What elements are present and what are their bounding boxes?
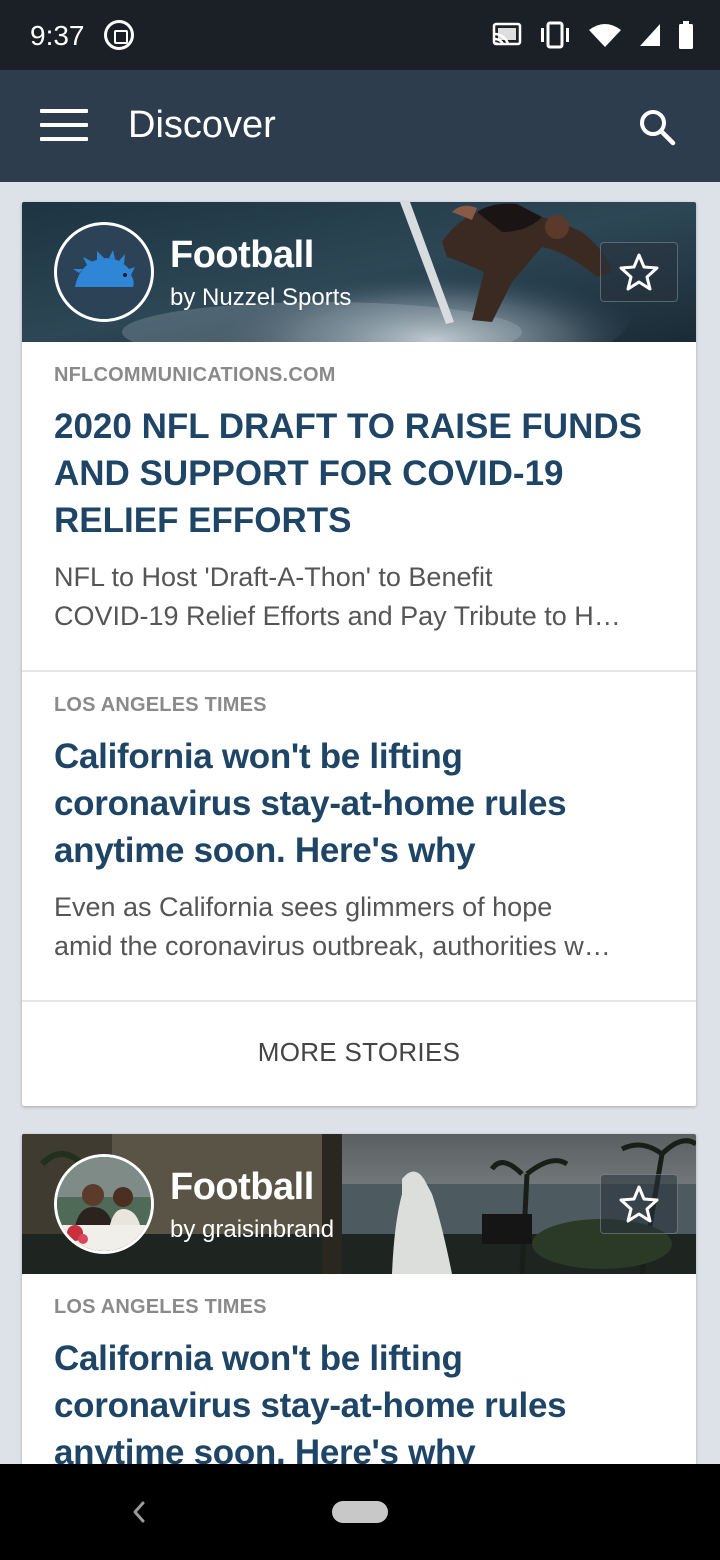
search-icon[interactable] (638, 108, 676, 146)
hedgehog-logo-icon (73, 250, 135, 287)
story-item[interactable]: LOS ANGELES TIMES California won't be li… (22, 672, 696, 1002)
wifi-icon (589, 24, 621, 47)
system-navigation-bar (0, 1464, 720, 1560)
channel-author: by graisinbrand (170, 1216, 335, 1243)
channel-header[interactable]: Football by Nuzzel Sports (22, 202, 696, 342)
more-stories-button[interactable]: MORE STORIES (22, 1002, 696, 1102)
follow-star-button[interactable] (600, 1174, 678, 1234)
cast-icon (492, 22, 522, 46)
status-time: 9:37 (30, 20, 85, 51)
story-item[interactable]: NFLCOMMUNICATIONS.COM 2020 NFL DRAFT TO … (22, 342, 696, 672)
channel-card: Football by graisinbrand LOS ANGELES TIM… (22, 1134, 696, 1474)
channel-name: Football (170, 234, 314, 276)
vibrate-icon (541, 21, 569, 49)
app-bar: Discover (0, 70, 720, 182)
story-title[interactable]: California won't be lifting coronavirus … (54, 733, 664, 874)
story-source: LOS ANGELES TIMES (54, 694, 267, 716)
star-icon (619, 1185, 659, 1223)
channel-card: Football by Nuzzel Sports NFLCOMMUNICATI… (22, 202, 696, 1106)
channel-avatar (54, 1154, 154, 1254)
menu-button[interactable] (40, 109, 88, 143)
channel-avatar (54, 222, 154, 322)
back-icon[interactable] (128, 1498, 150, 1526)
story-source: LOS ANGELES TIMES (54, 1296, 267, 1318)
story-source: NFLCOMMUNICATIONS.COM (54, 364, 336, 386)
follow-star-button[interactable] (600, 242, 678, 302)
status-icons (492, 18, 694, 52)
screenshot-notification-icon (104, 20, 134, 50)
story-title[interactable]: 2020 NFL DRAFT TO RAISE FUNDS AND SUPPOR… (54, 403, 664, 544)
battery-icon (679, 21, 693, 49)
channel-author: by Nuzzel Sports (170, 284, 352, 311)
story-item[interactable]: LOS ANGELES TIMES California won't be li… (22, 1274, 696, 1474)
story-title[interactable]: California won't be lifting coronavirus … (54, 1335, 664, 1474)
home-pill-button[interactable] (332, 1501, 388, 1523)
people-photo-icon (57, 1157, 151, 1251)
story-snippet: Even as California sees glimmers of hope… (54, 892, 611, 961)
star-icon (619, 253, 659, 291)
status-bar: 9:37 (0, 0, 720, 70)
page-title: Discover (128, 104, 276, 146)
story-snippet: NFL to Host 'Draft-A-Thon' to Benefit CO… (54, 562, 621, 631)
channel-name: Football (170, 1166, 314, 1208)
signal-icon (640, 24, 660, 46)
channel-header[interactable]: Football by graisinbrand (22, 1134, 696, 1274)
menu-icon (40, 109, 88, 113)
